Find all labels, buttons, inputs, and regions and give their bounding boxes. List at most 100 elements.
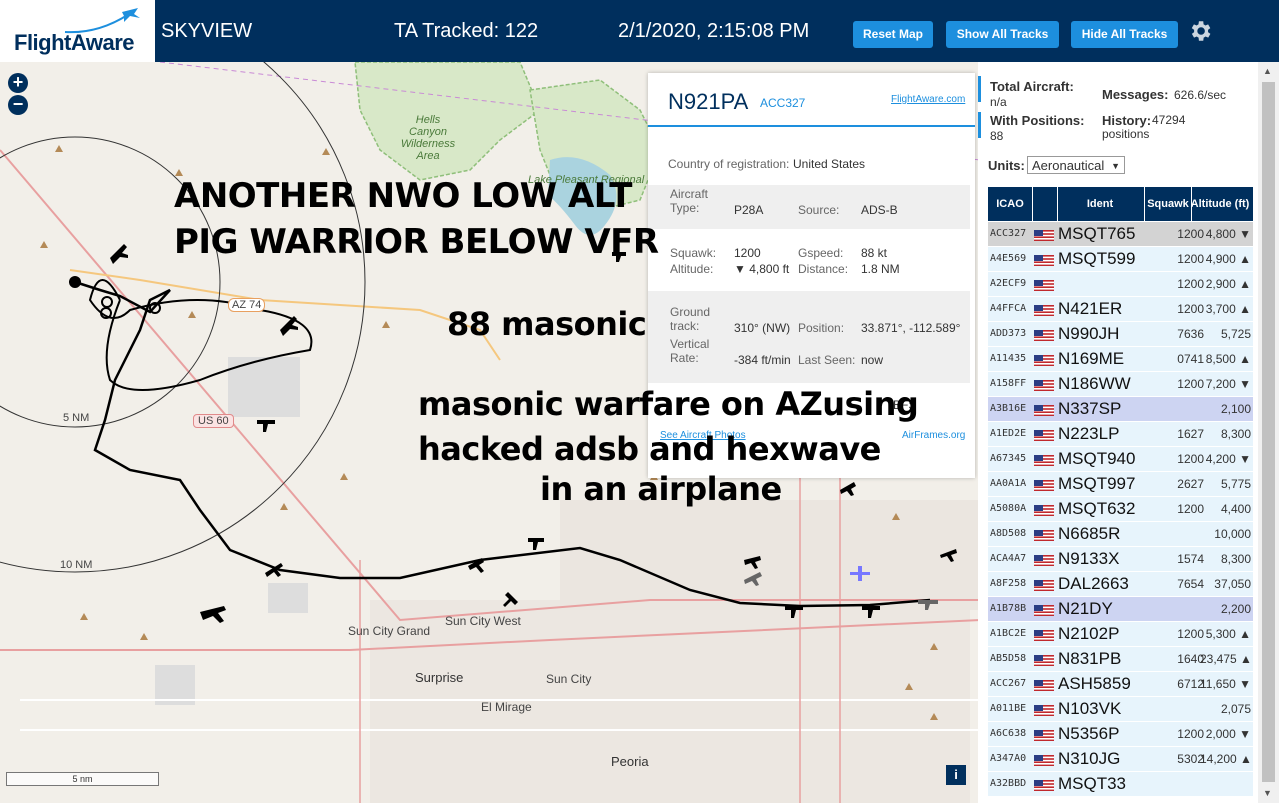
col-icao[interactable]: ICAO [988,187,1032,221]
table-row[interactable]: A158FF N186WW 1200 7,200 ▼ [988,372,1253,397]
col-altitude[interactable]: Altitude (ft) [1190,187,1250,221]
row-altitude: 2,000 ▼ [1205,727,1251,741]
row-icao: A4E569 [990,253,1027,264]
distance-label: Distance: [798,262,849,276]
total-aircraft-label: Total Aircraft: [990,79,1074,94]
el-mirage-label: El Mirage [481,700,532,714]
table-row[interactable]: A3B16E N337SP 2,100 [988,397,1253,422]
squawk-label: Squawk: [670,246,717,260]
flightaware-link[interactable]: FlightAware.com [891,94,965,105]
col-ident[interactable]: Ident [1056,187,1144,221]
last-seen-value: now [861,353,884,367]
popup-divider [648,125,975,127]
with-positions-label: With Positions: [990,113,1085,128]
table-row[interactable]: A11435 N169ME 0741 8,500 ▲ [988,347,1253,372]
az74-label: AZ 74 [228,298,266,312]
row-ident: N186WW [1058,374,1131,393]
country-label: Country of registration: [668,157,790,171]
us-flag-icon [1034,755,1054,766]
us-flag-icon [1034,655,1054,666]
us-flag-icon [1034,705,1054,716]
row-altitude: 10,000 [1214,527,1251,541]
reset-map-button[interactable]: Reset Map [853,21,933,48]
table-row[interactable]: AB5D58 N831PB 1640 23,475 ▲ [988,647,1253,672]
show-all-tracks-button[interactable]: Show All Tracks [946,21,1059,48]
scrollbar[interactable]: ▲ ▼ [1258,62,1279,803]
table-row[interactable]: AA0A1A MSQT997 2627 5,775 [988,472,1253,497]
units-select[interactable]: Aeronautical ▼ [1027,156,1125,174]
table-row[interactable]: A1BC2E N2102P 1200 5,300 ▲ [988,622,1253,647]
row-icao: A8D508 [990,528,1027,539]
ground-track-label: Ground track: [670,305,711,333]
info-button[interactable]: i [946,765,966,785]
row-altitude: 8,500 ▲ [1205,352,1251,366]
row-icao: AA0A1A [990,478,1027,489]
row-altitude: 4,400 [1220,502,1251,516]
app-name: SKYVIEW [161,20,253,42]
table-row[interactable]: A2ECF9 1200 2,900 ▲ [988,272,1253,297]
ground-track-value: 310° (NW) [734,321,791,335]
history-value: 47294 positions [1102,113,1186,141]
row-ident: N990JH [1058,324,1120,343]
row-altitude: 2,075 [1220,702,1251,716]
us-flag-icon [1034,480,1054,491]
stat-marker [978,112,981,138]
table-row[interactable]: ACA4A7 N9133X 1574 8,300 [988,547,1253,572]
row-ident: N2102P [1058,624,1120,643]
row-altitude: 7,200 ▼ [1205,377,1251,391]
table-row[interactable]: A347A0 N310JG 5302 14,200 ▲ [988,747,1253,772]
table-row[interactable]: A4FFCA N421ER 1200 3,700 ▲ [988,297,1253,322]
table-row[interactable]: A1B78B N21DY 2,200 [988,597,1253,622]
ring-5nm-label: 5 NM [63,412,90,424]
row-icao: A2ECF9 [990,278,1027,289]
col-squawk[interactable]: Squawk [1144,187,1192,221]
chevron-down-icon: ▼ [1111,161,1120,171]
table-row[interactable]: A5080A MSQT632 1200 4,400 [988,497,1253,522]
table-row[interactable]: A67345 MSQT940 1200 4,200 ▼ [988,447,1253,472]
us-flag-icon [1034,580,1054,591]
row-icao: A11435 [990,353,1027,364]
zoom-in-button[interactable]: + [8,73,28,93]
map-scale: 5 nm [6,772,159,786]
table-row[interactable]: A32BBD MSQT33 [988,772,1253,797]
row-ident: N831PB [1058,649,1122,668]
total-aircraft-value: n/a [990,95,1007,109]
table-row[interactable]: A6C638 N5356P 1200 2,000 ▼ [988,722,1253,747]
table-row[interactable]: ADD373 N990JH 7636 5,725 [988,322,1253,347]
row-altitude: 4,800 ▼ [1205,227,1251,241]
hide-all-tracks-button[interactable]: Hide All Tracks [1071,21,1178,48]
hells-canyon-label: Hells Canyon Wilderness Area [400,114,456,162]
table-row[interactable]: A4E569 MSQT599 1200 4,900 ▲ [988,247,1253,272]
scroll-up-icon[interactable]: ▲ [1263,66,1272,76]
row-ident: N5356P [1058,724,1120,743]
us60-label: US 60 [193,414,234,428]
us-flag-icon [1034,555,1054,566]
row-icao: A347A0 [990,753,1027,764]
aircraft-panel: Total Aircraft: n/a With Positions: 88 M… [978,62,1258,803]
col-flag[interactable] [1032,187,1058,221]
row-ident: ASH5859 [1058,674,1131,693]
table-row[interactable]: A8F258 DAL2663 7654 37,050 [988,572,1253,597]
us-flag-icon [1034,405,1054,416]
table-row[interactable]: A011BE N103VK 2,075 [988,697,1253,722]
table-row[interactable]: ACC327 MSQT765 1200 4,800 ▼ [988,222,1253,247]
ring-10nm-label: 10 NM [60,559,93,571]
row-altitude: 4,200 ▼ [1205,452,1251,466]
flightaware-logo[interactable]: FlightAware [0,0,155,62]
row-altitude: 5,775 [1220,477,1251,491]
gspeed-value: 88 kt [861,246,888,260]
us-flag-icon [1034,255,1054,266]
squawk-value: 1200 [734,246,761,260]
messages-label: Messages: [1102,87,1169,102]
table-row[interactable]: ACC267 ASH5859 6712 11,650 ▼ [988,672,1253,697]
row-icao: A8F258 [990,578,1027,589]
zoom-out-button[interactable]: − [8,95,28,115]
row-altitude: 11,650 ▼ [1200,677,1252,691]
scroll-down-icon[interactable]: ▼ [1263,788,1272,798]
gear-icon[interactable] [1187,18,1213,44]
with-positions-value: 88 [990,129,1004,143]
scrollbar-thumb[interactable] [1262,82,1275,782]
table-row[interactable]: A8D508 N6685R 10,000 [988,522,1253,547]
table-row[interactable]: A1ED2E N223LP 1627 8,300 [988,422,1253,447]
airframes-link[interactable]: AirFrames.org [902,430,965,441]
